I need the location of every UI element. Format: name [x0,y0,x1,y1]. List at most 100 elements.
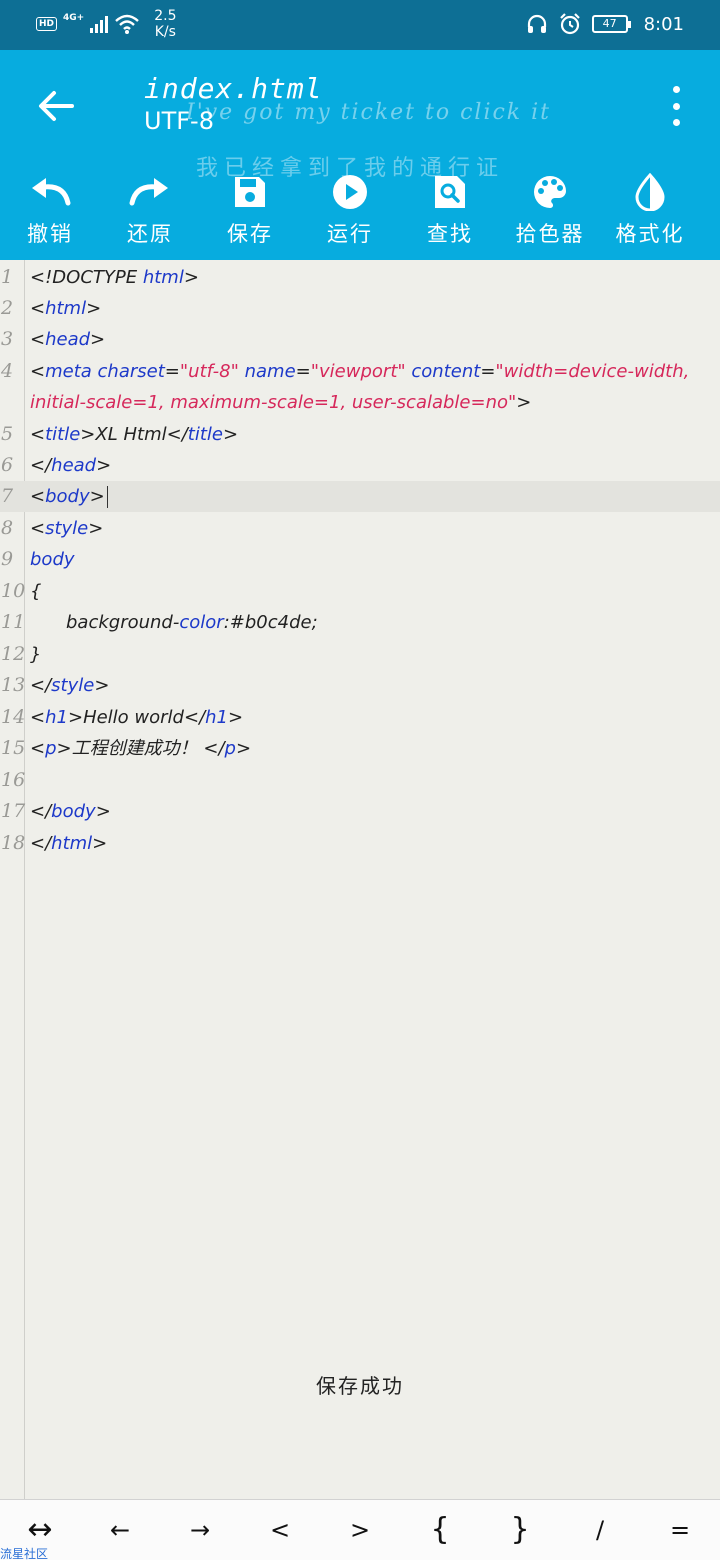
line-number: 6 [1,454,14,476]
find-icon [428,172,472,212]
line-number: 5 [1,423,14,445]
symbol-key-less-than[interactable]: < [240,1500,320,1560]
symbol-key-close-brace[interactable]: } [480,1500,560,1560]
code-line: 4 <meta charset="utf-8" name="viewport" … [0,356,720,387]
alarm-icon [559,13,580,35]
text-cursor [106,486,109,508]
code-text: <style> [30,513,103,544]
status-bar: HD 4G+ 2.5 K/s 47 8:01 [0,0,720,50]
code-token: #b0c4de; [229,612,318,633]
code-text: <title>XL Html</title> [30,419,238,450]
redo-icon [128,172,172,212]
code-token: p [224,738,236,759]
code-token: > [235,738,252,759]
code-text: <h1>Hello world</h1> [30,702,243,733]
code-token: </ [30,801,52,822]
code-token: </ [30,675,52,696]
code-token: < [30,424,46,445]
color-picker-button[interactable]: 拾色器 [500,170,600,250]
code-line: 5 <title>XL Html</title> [0,419,720,450]
code-token: = [295,361,311,382]
code-token: </ [203,738,225,759]
code-token: > [516,392,532,413]
code-token: </ [30,833,52,854]
code-token: > [88,518,104,539]
code-token: title [187,424,223,445]
line-number: 14 [1,706,26,728]
more-dot [672,119,680,126]
headset-icon [527,14,546,33]
format-button[interactable]: 格式化 [600,170,700,250]
code-line: 9 body [0,544,720,575]
line-number: 10 [1,580,26,602]
line-number: 16 [1,769,26,791]
back-button[interactable] [34,84,78,128]
line-number: 9 [1,548,14,570]
code-text: <head> [30,324,105,355]
symbol-key-right-arrow[interactable]: → [160,1500,240,1560]
more-dot [672,102,680,110]
code-line: 2 <html> [0,293,720,324]
symbol-key-equals[interactable]: = [640,1500,720,1560]
code-line: 18 </html> [0,828,720,859]
find-button[interactable]: 查找 [400,170,500,250]
code-token: head [45,329,91,350]
symbol-key-greater-than[interactable]: > [320,1500,400,1560]
symbol-key-open-brace[interactable]: { [400,1500,480,1560]
signal-icon [90,15,109,33]
arrow-left-icon [39,91,74,121]
save-button[interactable]: 保存 [200,170,300,250]
code-line: 15 <p>工程创建成功！ </p> [0,733,720,764]
code-line: 13 </style> [0,670,720,701]
code-text: body [30,544,75,575]
code-token: </ [166,424,188,445]
code-token: meta [45,361,92,382]
code-token: style [51,675,95,696]
contrast-icon [628,172,672,212]
code-text: { [30,576,41,607]
code-token: <!DOCTYPE [30,267,143,288]
code-line: 8 <style> [0,513,720,544]
more-options-button[interactable] [664,86,688,126]
code-editor[interactable]: 1 <!DOCTYPE html> 2 <html> 3 <head> 4 <m… [0,260,720,1499]
app-bar: index.html UTF-8 I've got my ticket to c… [0,50,720,260]
code-token: < [30,707,46,728]
toolbar: 撤销 还原 保存 运行 查找 拾色器 格式化 [0,170,720,250]
line-number: 8 [1,517,14,539]
line-number: 7 [1,485,14,507]
network-speed: 2.5 K/s [154,8,176,40]
redo-button[interactable]: 还原 [100,170,200,250]
color-picker-label: 拾色器 [515,222,585,246]
run-button[interactable]: 运行 [300,170,400,250]
code-token: { [30,581,42,602]
code-token: > [67,707,84,728]
code-line-wrap: initial-scale=1, maximum-scale=1, user-s… [0,387,720,418]
code-token: < [30,518,46,539]
code-line: 3 <head> [0,324,720,355]
code-line: 6 </head> [0,450,720,481]
line-number: 11 [1,611,26,633]
code-token: html [142,267,184,288]
code-token: body [30,549,75,570]
symbol-key-slash[interactable]: / [560,1500,640,1560]
format-label: 格式化 [615,222,685,246]
code-token: < [30,329,46,350]
code-token: > [56,738,72,759]
palette-icon [528,172,572,212]
undo-icon [28,172,72,212]
code-line: 14 <h1>Hello world</h1> [0,702,720,733]
code-text: <p>工程创建成功！ </p> [30,733,251,764]
code-token: > [222,424,239,445]
code-token: body [51,801,96,822]
code-line: 11 background-color:#b0c4de; [0,607,720,638]
line-number: 12 [1,643,26,665]
toast-message: 保存成功 [270,1364,450,1408]
undo-button[interactable]: 撤销 [0,170,100,250]
line-number: 13 [1,674,26,696]
symbol-key-left-arrow[interactable]: ← [80,1500,160,1560]
line-number: 18 [1,832,26,854]
code-line-active: 7 <body> [0,481,720,512]
code-token: < [30,738,46,759]
code-token: > [96,455,112,476]
code-token: "width=device-width, [495,361,690,382]
